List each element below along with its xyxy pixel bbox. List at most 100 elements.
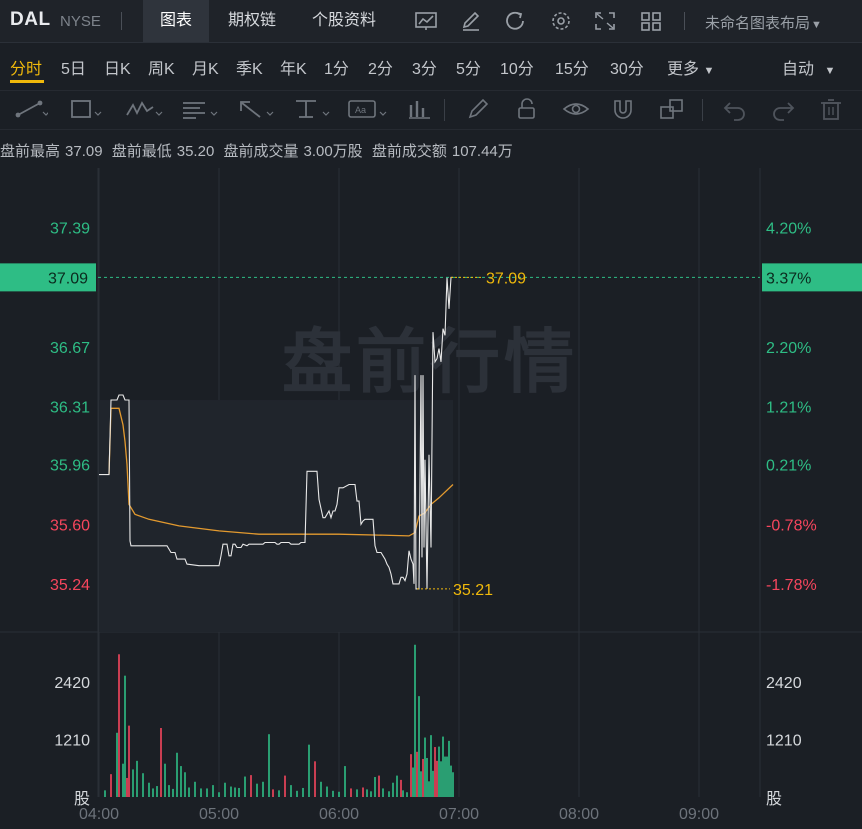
price-tick-label: 36.31 — [50, 400, 90, 417]
percent-tick-label: 2.20% — [766, 340, 811, 357]
watermark-text: 盘前行情 — [282, 321, 578, 403]
volume-bar — [172, 788, 174, 797]
magnet-icon[interactable] — [610, 97, 636, 121]
undo-icon[interactable] — [722, 97, 748, 121]
lock-icon[interactable] — [514, 97, 540, 121]
volume-bar — [256, 783, 258, 797]
volume-bar — [320, 781, 322, 797]
grid-layout-icon[interactable] — [640, 11, 662, 31]
period-1min[interactable]: 1分 — [324, 55, 349, 79]
tab-stock-profile[interactable]: 个股资料 — [296, 0, 392, 42]
volume-bar — [436, 760, 438, 797]
period-daily[interactable]: 日K — [104, 55, 131, 79]
time-tick-label: 07:00 — [439, 806, 479, 823]
volume-label: 盘前成交量 — [223, 143, 299, 160]
volume-bar — [428, 781, 430, 797]
period-10min[interactable]: 10分 — [500, 55, 534, 79]
volume-tick-label: 1210 — [766, 732, 802, 749]
current-percent-label: 3.37% — [766, 270, 811, 287]
amount-label: 盘前成交额 — [371, 143, 447, 160]
settings-icon[interactable] — [550, 11, 572, 31]
caret-down-icon: ▼ — [703, 65, 715, 77]
refresh-icon[interactable] — [505, 11, 527, 31]
percent-tick-label: 0.21% — [766, 458, 811, 475]
volume-bar — [370, 791, 372, 797]
period-quarterly[interactable]: 季K — [236, 55, 263, 79]
redo-icon[interactable] — [770, 97, 796, 121]
auto-label: 自动 — [782, 61, 815, 78]
indicator-icon[interactable] — [406, 97, 436, 121]
volume-bar — [392, 782, 394, 797]
divider — [702, 99, 703, 121]
period-5d[interactable]: 5日 — [61, 55, 86, 79]
trash-icon[interactable] — [818, 97, 844, 121]
volume-bar — [440, 761, 442, 797]
price-tick-label: 35.24 — [50, 577, 90, 594]
period-weekly[interactable]: 周K — [148, 55, 175, 79]
percent-tick-label: -0.78% — [766, 517, 817, 534]
volume-bar — [212, 785, 214, 797]
rectangle-icon[interactable] — [68, 97, 102, 121]
caret-down-icon: ▼ — [824, 65, 836, 77]
premarket-area — [99, 400, 453, 632]
volume-tick-label: 2420 — [766, 675, 802, 692]
volume-bar — [448, 740, 450, 797]
volume-bar — [206, 788, 208, 797]
volume-unit-label: 股 — [766, 789, 782, 808]
tab-chart[interactable]: 图表 — [143, 0, 209, 42]
price-chart[interactable]: 盘前行情 37.39 4.20% 36.67 2.20% 36.31 1.21% 35.96… — [0, 168, 862, 829]
volume-bar — [188, 787, 190, 797]
period-more[interactable]: 更多 ▼ — [667, 55, 714, 79]
tab-options-chain[interactable]: 期权链 — [213, 0, 291, 42]
volume-bar — [116, 732, 118, 797]
volume-bar — [128, 725, 130, 797]
measure-icon[interactable] — [292, 97, 332, 121]
premarket-shade — [99, 400, 453, 632]
auto-scale-selector[interactable]: 自动 ▼ — [782, 55, 835, 79]
volume-bar — [434, 747, 436, 797]
trendline-icon[interactable] — [14, 97, 48, 121]
volume-bar — [184, 772, 186, 797]
period-yearly[interactable]: 年K — [280, 55, 307, 79]
price-tick-label: 35.96 — [50, 458, 90, 475]
chart-style-icon[interactable] — [415, 11, 437, 31]
period-3min[interactable]: 3分 — [412, 55, 437, 79]
period-2min[interactable]: 2分 — [368, 55, 393, 79]
volume-bar — [230, 786, 232, 797]
period-5min[interactable]: 5分 — [456, 55, 481, 79]
volume-bar — [268, 734, 270, 797]
pen-icon[interactable] — [466, 97, 492, 121]
divider — [444, 99, 445, 121]
period-intraday[interactable]: 分时 — [10, 55, 42, 79]
pattern-icon[interactable] — [124, 97, 164, 121]
volume-bar — [104, 790, 106, 797]
volume-bar — [374, 777, 376, 797]
current-price-label: 37.09 — [48, 270, 88, 287]
layers-icon[interactable] — [658, 97, 686, 121]
volume-bar — [148, 782, 150, 797]
volume-tick-label: 1210 — [54, 732, 90, 749]
annotation-icon[interactable]: Aa — [346, 97, 390, 121]
edit-icon[interactable] — [460, 11, 482, 31]
layout-selector[interactable]: 未命名图表布局▼ — [705, 12, 822, 33]
price-tick-label: 36.67 — [50, 340, 90, 357]
volume-bar — [132, 769, 134, 797]
period-15min[interactable]: 15分 — [555, 55, 589, 79]
volume-bar — [284, 775, 286, 797]
volume-bar — [420, 771, 422, 797]
volume-bar — [362, 787, 364, 797]
volume-bar — [142, 773, 144, 797]
drawing-toolbar: Aa — [0, 90, 862, 130]
ticker-symbol: DAL — [10, 9, 51, 30]
percent-tick-label: -1.78% — [766, 577, 817, 594]
svg-text:Aa: Aa — [355, 105, 366, 115]
volume-bar — [124, 675, 126, 797]
text-tool-icon[interactable] — [180, 97, 220, 121]
volume-bar — [452, 772, 454, 797]
time-tick-label: 05:00 — [199, 806, 239, 823]
fullscreen-icon[interactable] — [594, 11, 616, 31]
eye-icon[interactable] — [562, 97, 590, 121]
period-30min[interactable]: 30分 — [610, 55, 644, 79]
period-monthly[interactable]: 月K — [192, 55, 219, 79]
arrow-icon[interactable] — [236, 97, 276, 121]
